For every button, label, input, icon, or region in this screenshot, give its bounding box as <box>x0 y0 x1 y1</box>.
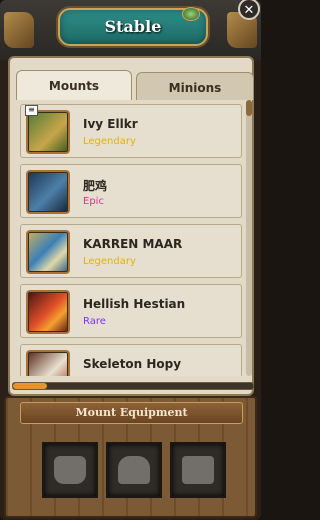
mount-name: Hellish Hestian <box>83 297 186 311</box>
mount-equipment-title: Mount Equipment <box>20 402 243 424</box>
list-item-mount[interactable]: KARREN MAAR Legendary <box>20 224 242 278</box>
mount-rarity: Legendary <box>83 256 136 267</box>
mount-equipment-panel: Mount Equipment <box>4 396 257 518</box>
mount-name: KARREN MAAR <box>83 237 183 251</box>
wing-harness-icon <box>118 456 150 484</box>
stable-panel: Mounts Minions ≡ Ivy Ellkr Legendary 肥鸡 … <box>8 56 254 396</box>
window-title: Stable <box>104 17 162 36</box>
mount-list[interactable]: ≡ Ivy Ellkr Legendary 肥鸡 Epic KARREN MAA… <box>20 100 244 376</box>
list-item-mount[interactable]: Hellish Hestian Rare <box>20 284 242 338</box>
mount-rarity: Epic <box>83 196 104 207</box>
close-button[interactable]: ✕ <box>238 0 260 20</box>
tab-mounts[interactable]: Mounts <box>16 70 132 100</box>
list-item-mount[interactable]: 肥鸡 Epic <box>20 164 242 218</box>
saddle-armor-icon <box>54 456 86 484</box>
tab-minions[interactable]: Minions <box>136 72 254 100</box>
equipment-slot-wings[interactable] <box>106 442 162 498</box>
mount-rarity: Rare <box>83 316 106 327</box>
chicken-mount-portrait <box>26 170 70 214</box>
mount-name: Skeleton Hopy <box>83 357 182 371</box>
ivy-ellkr-portrait <box>26 110 70 154</box>
left-ornament-icon <box>4 12 34 48</box>
equipment-slot-legs[interactable] <box>170 442 226 498</box>
mount-name: 肥鸡 <box>83 179 108 193</box>
title-plate: Stable <box>58 7 208 46</box>
list-progress-bar <box>12 382 254 390</box>
list-item-mount[interactable]: Skeleton Hopy <box>20 344 242 376</box>
scrollbar-thumb[interactable] <box>246 100 252 116</box>
skeleton-hopy-portrait <box>26 350 70 376</box>
mount-name: Ivy Ellkr <box>83 117 138 131</box>
title-bar: Stable ✕ <box>0 0 261 60</box>
list-scrollbar[interactable] <box>246 100 252 376</box>
list-item-mount[interactable]: ≡ Ivy Ellkr Legendary <box>20 104 242 158</box>
mount-rarity: Legendary <box>83 136 136 147</box>
hellish-hestian-portrait <box>26 290 70 334</box>
leg-armor-icon <box>182 456 214 484</box>
equipped-flag-icon: ≡ <box>25 105 38 116</box>
stable-window: Stable ✕ Mounts Minions ≡ Ivy Ellkr Lege… <box>0 0 261 520</box>
karren-maar-portrait <box>26 230 70 274</box>
equipment-slot-saddle[interactable] <box>42 442 98 498</box>
progress-fill <box>13 383 47 389</box>
